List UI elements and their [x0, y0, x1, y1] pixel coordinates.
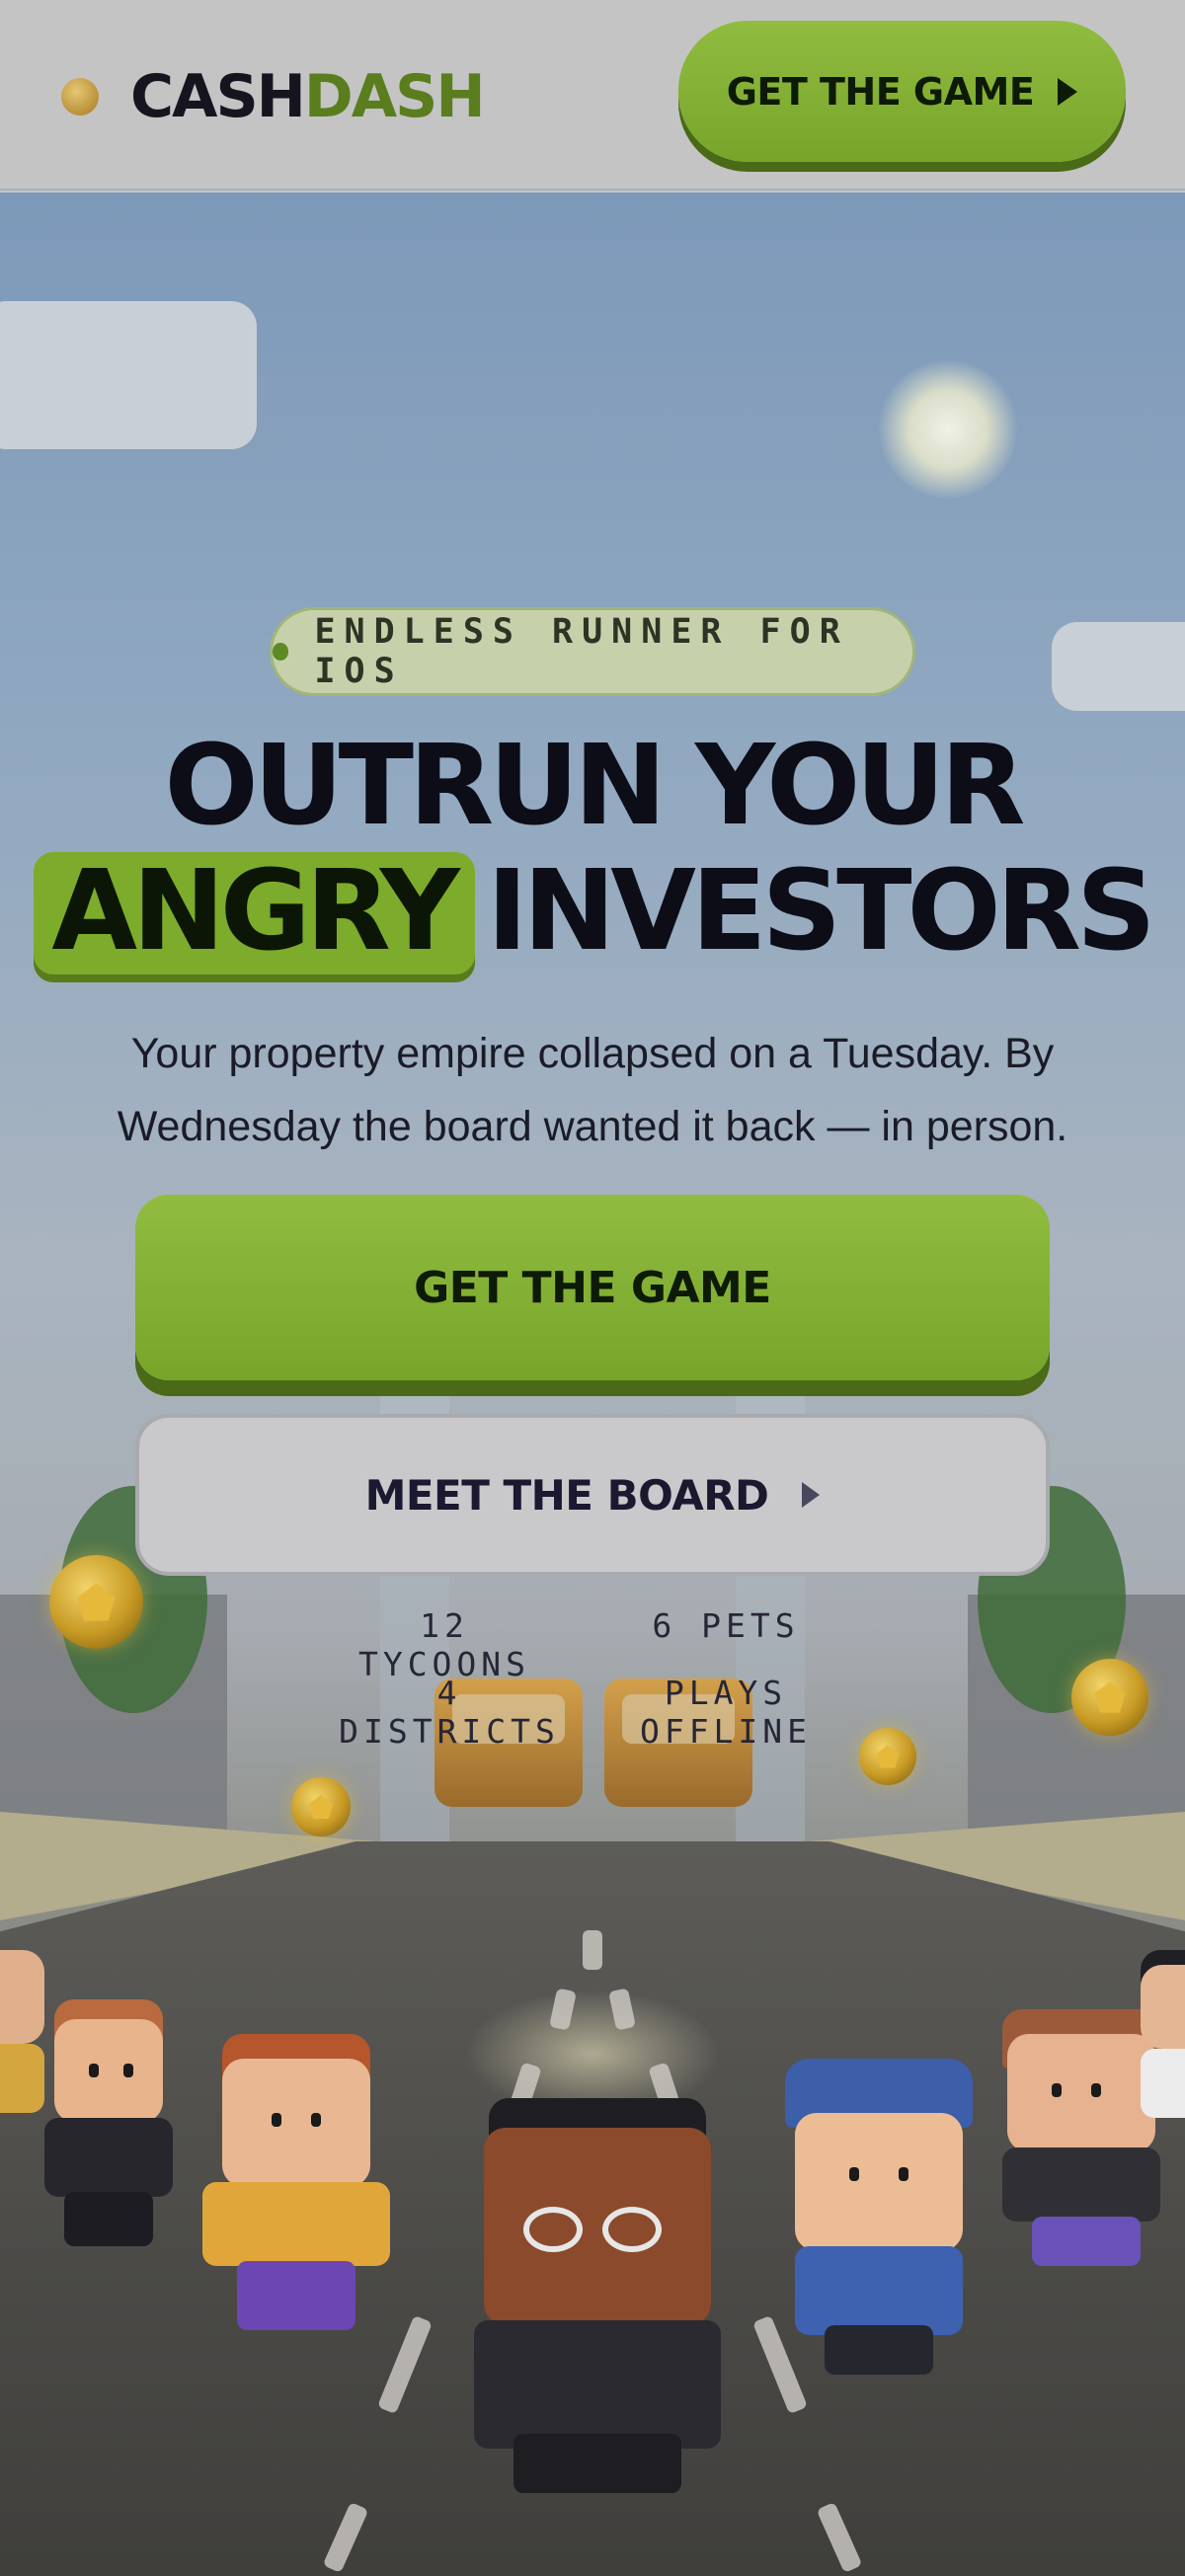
- headline-line2: ANGRY INVESTORS: [0, 852, 1185, 975]
- character-police-officer: [765, 2059, 992, 2375]
- logo-dash: DASH: [303, 62, 486, 131]
- headline-line2-rest: INVESTORS: [486, 847, 1156, 976]
- character-edge-left: [0, 1950, 49, 2167]
- lane-marking: [583, 1930, 602, 1970]
- character-edge-right: [1136, 1950, 1185, 2147]
- sun-illustration: [879, 360, 1017, 499]
- secondary-cta-label: MEET THE BOARD: [364, 1470, 769, 1520]
- stat-tycoons: 12 TYCOONS: [357, 1606, 531, 1683]
- headline-highlight: ANGRY: [34, 852, 475, 975]
- category-badge: ENDLESS RUNNER FOR IOS: [270, 607, 915, 696]
- logo-cash: CASH: [130, 62, 306, 131]
- header-get-game-button[interactable]: GET THE GAME: [678, 21, 1126, 162]
- character-ceo-glasses: [454, 2098, 741, 2493]
- cloud-illustration: [0, 301, 257, 449]
- coin-illustration: [1071, 1659, 1148, 1736]
- play-triangle-icon: [1058, 77, 1078, 106]
- primary-cta-label: GET THE GAME: [414, 1262, 771, 1313]
- site-header: CASHDASH GET THE GAME: [0, 0, 1185, 191]
- primary-get-game-button[interactable]: GET THE GAME: [135, 1195, 1050, 1380]
- coin-icon: [61, 78, 99, 116]
- cloud-illustration: [1052, 622, 1185, 711]
- headline-line1: OUTRUN YOUR: [164, 722, 1026, 850]
- coin-illustration: [291, 1777, 351, 1836]
- coin-illustration: [49, 1555, 143, 1649]
- logo-wordmark: CASHDASH: [130, 62, 486, 131]
- hero-section: ENDLESS RUNNER FOR IOS OUTRUN YOUR ANGRY…: [0, 193, 1185, 2576]
- coin-illustration: [859, 1728, 916, 1785]
- hero-subtitle: Your property empire collapsed on a Tues…: [117, 1030, 1068, 1150]
- stat-offline: PLAYS OFFLINE: [639, 1674, 813, 1751]
- character-yellow-shirt: [183, 2034, 410, 2330]
- meet-the-board-button[interactable]: MEET THE BOARD: [135, 1414, 1050, 1576]
- play-triangle-icon: [802, 1482, 821, 1508]
- logo[interactable]: CASHDASH: [61, 57, 486, 136]
- dot-icon: [273, 643, 289, 661]
- stat-districts: 4 DISTRICTS: [339, 1674, 560, 1751]
- header-cta-label: GET THE GAME: [726, 69, 1035, 114]
- stat-pets: 6 PETS: [652, 1606, 800, 1645]
- category-badge-label: ENDLESS RUNNER FOR IOS: [314, 612, 849, 691]
